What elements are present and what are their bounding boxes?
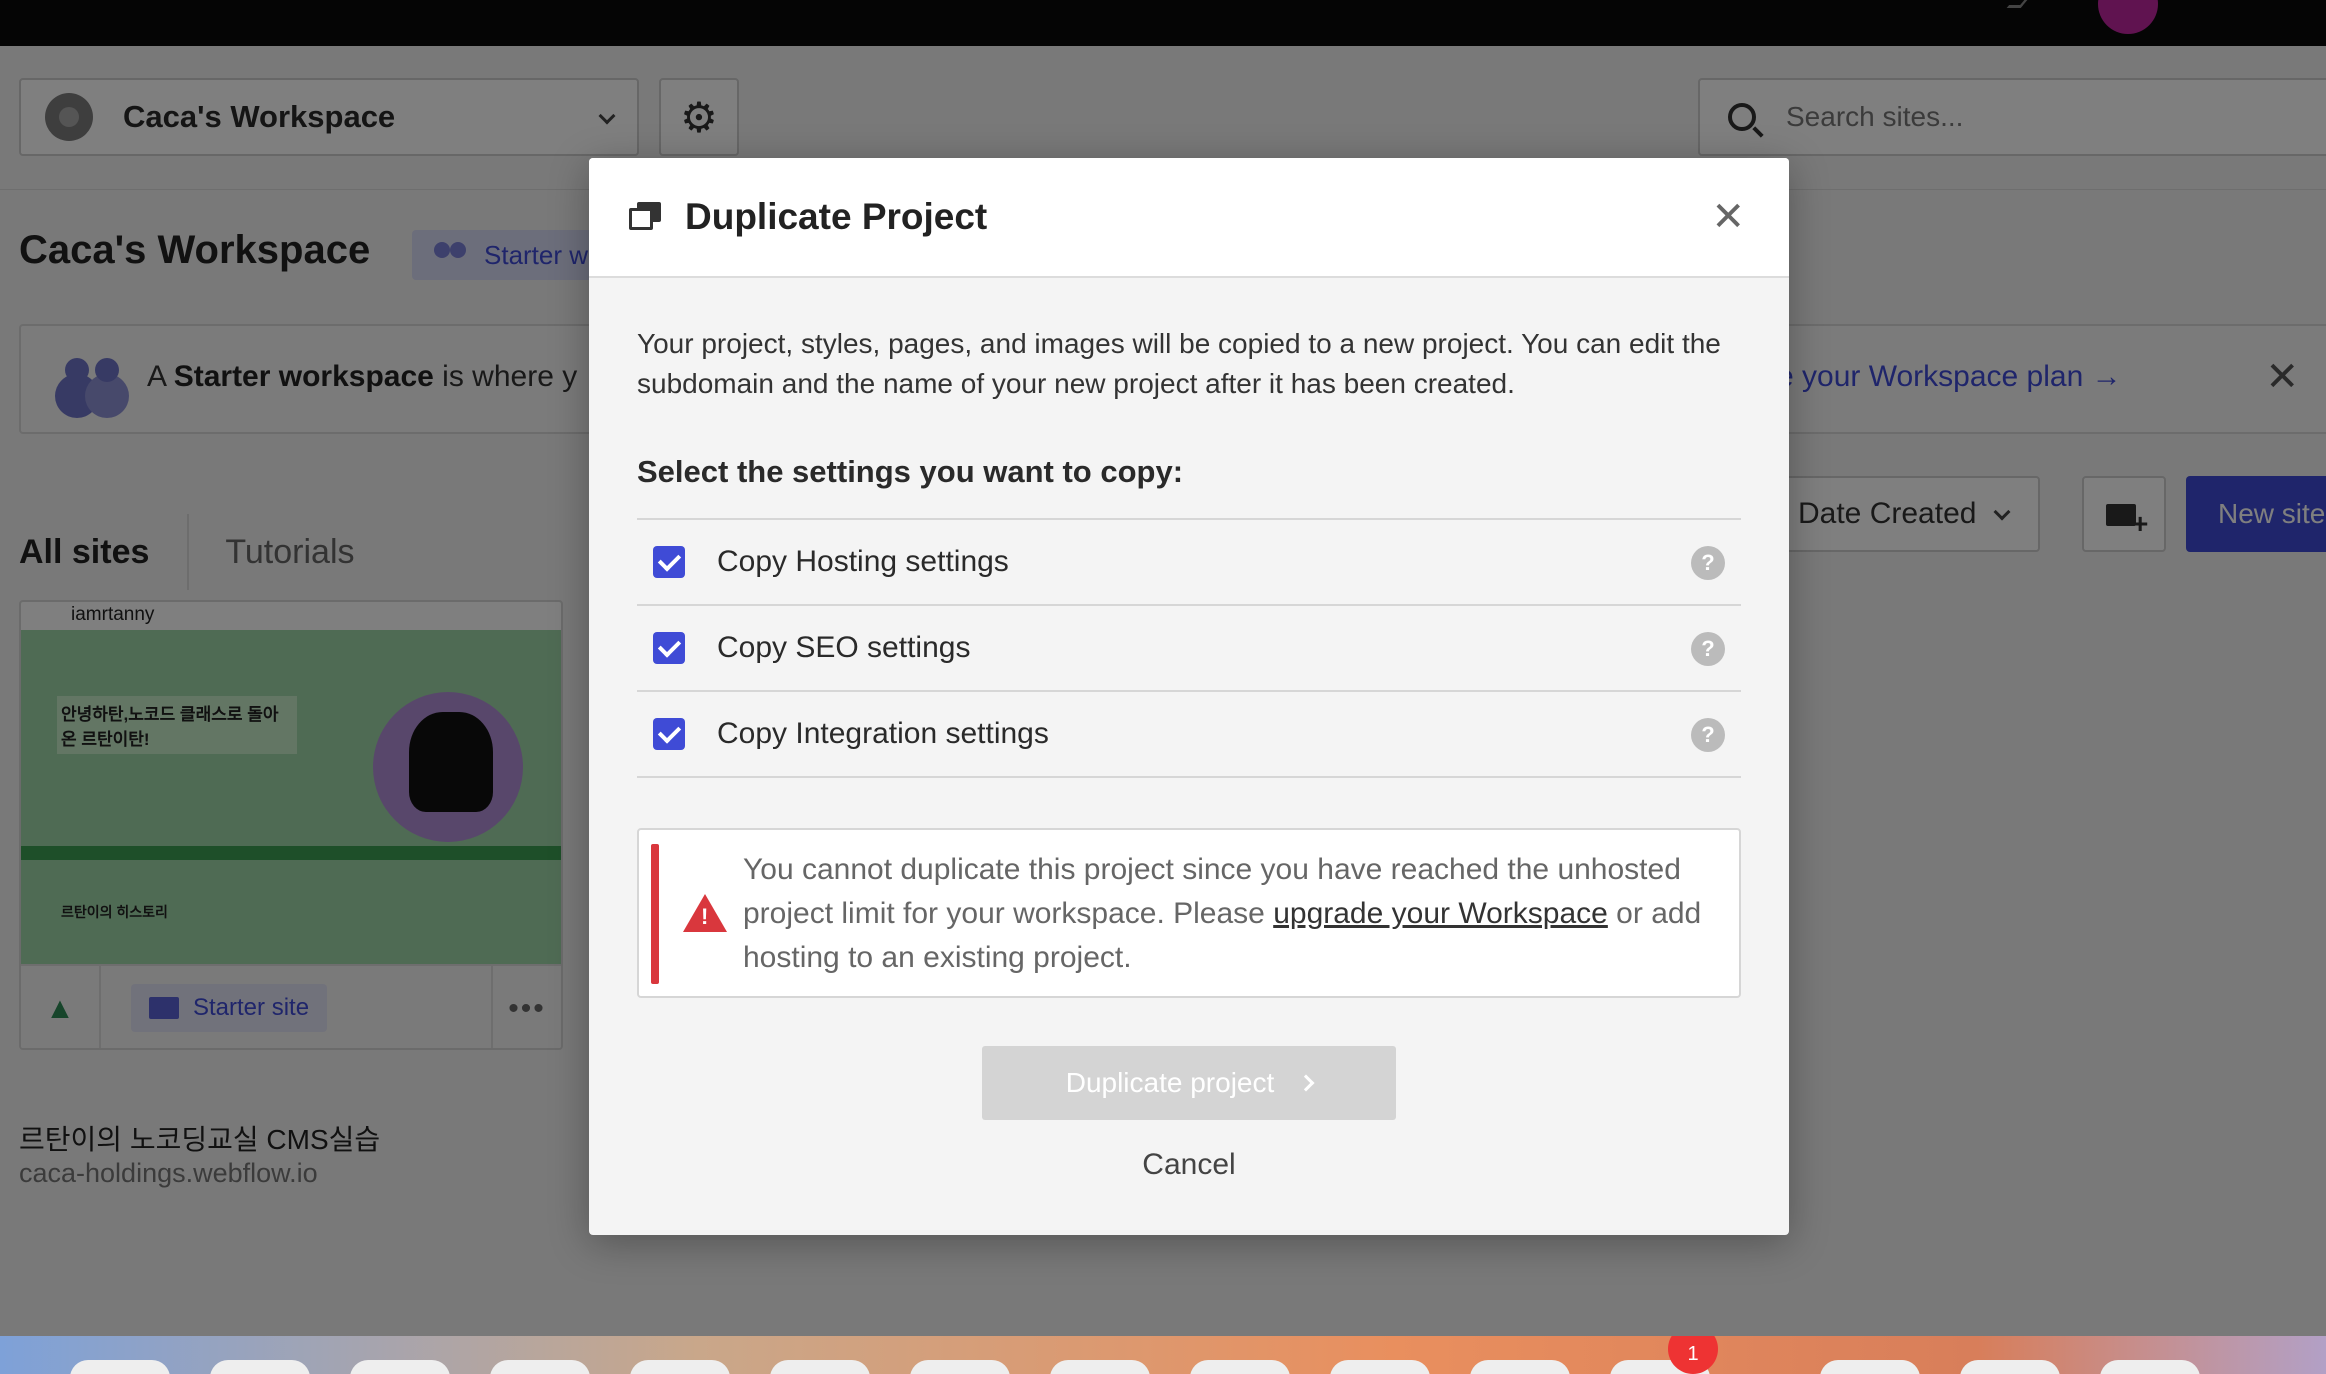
dock-app[interactable]	[2100, 1360, 2200, 1374]
dock-app[interactable]	[490, 1360, 590, 1374]
dock-app[interactable]	[1190, 1360, 1290, 1374]
warning-accent-bar	[651, 844, 659, 984]
copy-seo-checkbox[interactable]	[653, 632, 685, 664]
cancel-button[interactable]: Cancel	[589, 1148, 1789, 1182]
upgrade-workspace-link[interactable]: upgrade your Workspace	[1273, 897, 1608, 930]
dock-app[interactable]	[1330, 1360, 1430, 1374]
close-icon[interactable]: ✕	[1711, 194, 1745, 240]
copy-hosting-checkbox[interactable]	[653, 546, 685, 578]
warning-text: You cannot duplicate this project since …	[743, 853, 1702, 974]
help-icon[interactable]: ?	[1691, 632, 1725, 666]
modal-title: Duplicate Project	[685, 196, 988, 237]
duplicate-project-button-label: Duplicate project	[1065, 1067, 1275, 1098]
modal-header: Duplicate Project ✕	[589, 158, 1789, 278]
warning-triangle-icon: !	[683, 894, 727, 932]
setting-label: Copy Integration settings	[717, 717, 1049, 750]
dock-app[interactable]	[770, 1360, 870, 1374]
dock-app[interactable]	[910, 1360, 1010, 1374]
setting-row-integration[interactable]: Copy Integration settings ?	[637, 692, 1741, 778]
dock-app[interactable]	[70, 1360, 170, 1374]
setting-label: Copy SEO settings	[717, 631, 971, 664]
help-icon[interactable]: ?	[1691, 546, 1725, 580]
dock-app[interactable]	[210, 1360, 310, 1374]
duplicate-project-button[interactable]: Duplicate project	[982, 1046, 1396, 1120]
duplicate-icon	[629, 202, 661, 230]
dock-app[interactable]	[350, 1360, 450, 1374]
dock-app[interactable]	[1960, 1360, 2060, 1374]
setting-label: Copy Hosting settings	[717, 545, 1009, 578]
help-icon[interactable]: ?	[1691, 718, 1725, 752]
dock-app[interactable]	[1470, 1360, 1570, 1374]
limit-warning: ! You cannot duplicate this project sinc…	[637, 828, 1741, 998]
macos-dock: 1	[0, 1336, 2326, 1374]
dock-app[interactable]	[1050, 1360, 1150, 1374]
chevron-right-icon	[1297, 1074, 1315, 1092]
settings-heading: Select the settings you want to copy:	[637, 454, 1184, 489]
dock-app[interactable]	[1820, 1360, 1920, 1374]
copy-integration-checkbox[interactable]	[653, 718, 685, 750]
duplicate-project-modal: Duplicate Project ✕ Your project, styles…	[589, 158, 1789, 1235]
dock-app[interactable]	[630, 1360, 730, 1374]
setting-row-seo[interactable]: Copy SEO settings ?	[637, 606, 1741, 692]
settings-list: Copy Hosting settings ? Copy SEO setting…	[637, 518, 1741, 778]
modal-intro-text: Your project, styles, pages, and images …	[637, 328, 1721, 399]
setting-row-hosting[interactable]: Copy Hosting settings ?	[637, 520, 1741, 606]
